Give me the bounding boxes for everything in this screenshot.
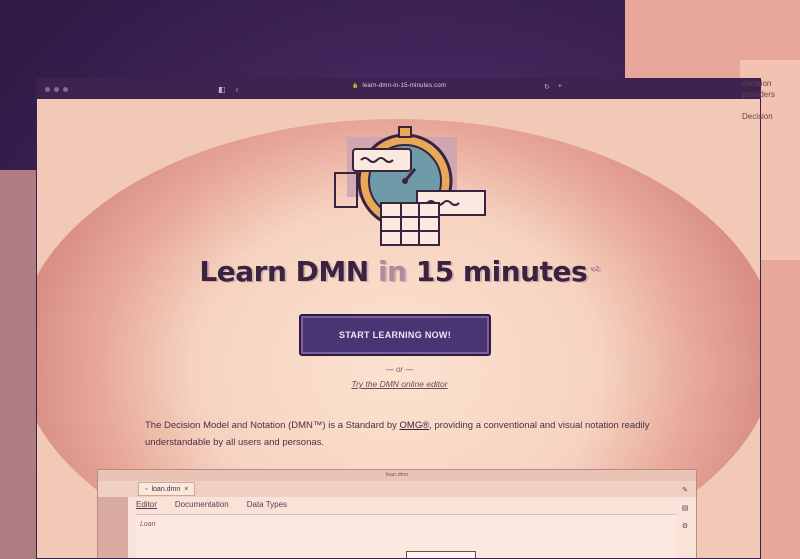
properties-icon[interactable]: ▤: [682, 504, 689, 512]
editor-tabbar: ▫ loan.dmn ×: [98, 481, 696, 497]
minimize-window-icon[interactable]: [54, 86, 59, 92]
editor-canvas[interactable]: Loan: [136, 514, 676, 558]
close-window-icon[interactable]: [45, 86, 50, 92]
version-badge: v2: [590, 264, 600, 273]
dmn-stopwatch-logo: [334, 126, 486, 246]
title-text-in: in: [377, 255, 407, 288]
lock-icon: 🔒: [352, 83, 359, 89]
editor-window-title: loan.dmn: [98, 470, 696, 481]
address-bar-url: learn-dmn-in-15-minutes.com: [362, 83, 447, 89]
page-title: Learn DMN in 15 minutes v2: [37, 255, 760, 288]
intro-paragraph: The Decision Model and Notation (DMN™) i…: [145, 417, 665, 451]
editor-side-toolbar: ✎ ▤ ⚙: [680, 486, 690, 530]
address-bar[interactable]: 🔒 learn-dmn-in-15-minutes.com: [352, 83, 446, 89]
title-text-learn-dmn: Learn DMN: [199, 255, 378, 288]
browser-window: ◧ ‹ 🔒 learn-dmn-in-15-minutes.com ↻ + Le…: [36, 78, 761, 559]
editor-preview: loan.dmn ▫ loan.dmn × Editor Documentati…: [97, 469, 697, 558]
pencil-icon[interactable]: ✎: [682, 486, 688, 494]
close-tab-icon[interactable]: ×: [184, 486, 188, 493]
maximize-window-icon[interactable]: [63, 86, 68, 92]
title-text-15-minutes: 15 minutes: [406, 255, 588, 288]
canvas-label: Loan: [140, 521, 156, 528]
window-controls[interactable]: [45, 86, 68, 92]
new-tab-icon[interactable]: +: [558, 83, 562, 91]
file-icon: ▫: [145, 485, 148, 493]
editor-subtabs: Editor Documentation Data Types: [136, 500, 287, 509]
page-content: Learn DMN in 15 minutes v2 START LEARNING…: [37, 99, 760, 558]
tab-editor[interactable]: Editor: [136, 500, 157, 509]
or-separator: — or —: [385, 365, 414, 374]
decision-node[interactable]: [406, 551, 476, 558]
file-tab-label: loan.dmn: [151, 485, 181, 493]
intro-text-start: The Decision Model and Notation (DMN™) i…: [145, 420, 400, 431]
reload-icon[interactable]: ↻: [544, 83, 550, 91]
online-editor-link[interactable]: Try the DMN online editor: [37, 379, 760, 389]
tab-data-types[interactable]: Data Types: [247, 500, 287, 509]
start-learning-button[interactable]: START LEARNING NOW!: [299, 314, 491, 356]
back-icon[interactable]: ‹: [236, 85, 239, 94]
background-window-text: decision providers Decision: [742, 79, 775, 121]
file-tab[interactable]: ▫ loan.dmn ×: [138, 482, 196, 496]
settings-icon[interactable]: ⚙: [682, 522, 688, 530]
omg-link[interactable]: OMG®: [400, 420, 430, 431]
browser-titlebar: ◧ ‹ 🔒 learn-dmn-in-15-minutes.com ↻ +: [37, 79, 760, 99]
sidebar-icon[interactable]: ◧: [218, 85, 226, 94]
tab-documentation[interactable]: Documentation: [175, 500, 229, 509]
